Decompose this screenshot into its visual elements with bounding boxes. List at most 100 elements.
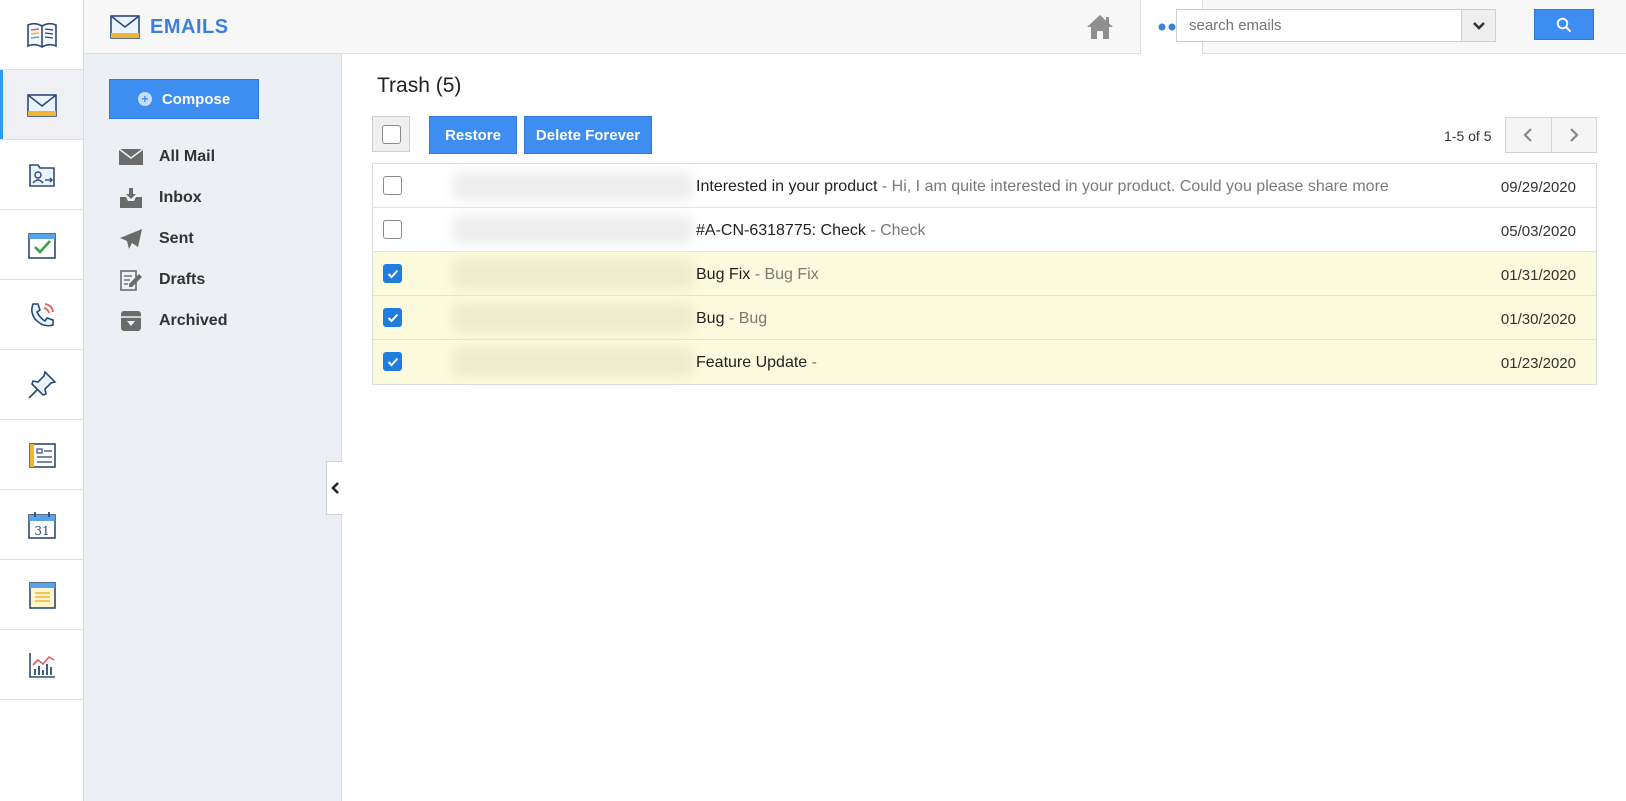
email-subject: #A-CN-6318775: Check - Check [696, 222, 925, 240]
row-checkbox[interactable] [383, 264, 402, 284]
checkbox [381, 124, 401, 144]
email-row[interactable]: Feature Update - 01/23/2020 [373, 340, 1596, 384]
sender-blurred [453, 172, 693, 200]
email-snippet: - [807, 354, 817, 371]
tasks-icon [27, 232, 56, 259]
checkbox [383, 220, 402, 239]
email-date: 05/03/2020 [1500, 223, 1576, 240]
row-checkbox[interactable] [383, 176, 402, 200]
rail-item-pins[interactable] [0, 350, 83, 420]
drafts-icon [118, 268, 144, 292]
envelope-logo-icon [110, 15, 140, 39]
calendar-icon: 31 [27, 511, 56, 539]
search-dropdown-button[interactable] [1461, 10, 1495, 41]
app-rail: 31 [0, 0, 84, 801]
folder-sent[interactable]: Sent [118, 218, 227, 259]
email-subject: Bug - Bug [696, 310, 767, 328]
search-icon [1556, 17, 1572, 32]
restore-button[interactable]: Restore [429, 116, 517, 154]
reports-icon [28, 652, 55, 678]
folder-all-mail[interactable]: All Mail [118, 136, 227, 177]
email-date: 01/23/2020 [1500, 355, 1576, 372]
email-list: Interested in your product - Hi, I am qu… [372, 163, 1597, 385]
email-snippet: - Bug Fix [750, 266, 819, 283]
documents-icon [28, 442, 56, 468]
checkbox [383, 264, 402, 283]
home-icon [1086, 15, 1113, 39]
plus-circle-icon: + [137, 92, 152, 106]
folder-label: Inbox [159, 188, 202, 206]
chevron-left-icon [1523, 128, 1533, 142]
calls-icon [30, 302, 54, 327]
checkbox [383, 352, 402, 371]
sender-blurred [453, 304, 693, 332]
pagination [1505, 117, 1597, 153]
next-page-button[interactable] [1550, 118, 1597, 152]
subject-text: Feature Update [696, 354, 808, 371]
paper-plane-icon [118, 227, 144, 251]
pagination-text: 1-5 of 5 [1444, 128, 1492, 144]
collapse-sidebar-button[interactable] [326, 461, 342, 515]
subject-text: Bug Fix [696, 266, 751, 283]
email-row[interactable]: #A-CN-6318775: Check - Check 05/03/2020 [373, 208, 1596, 252]
previous-page-button[interactable] [1506, 118, 1551, 152]
mail-sidebar: + Compose All Mail Inbox Sent Drafts Arc… [84, 54, 342, 801]
email-subject: Feature Update - [696, 354, 817, 372]
archive-icon [118, 309, 144, 333]
checkmark-icon [387, 313, 398, 322]
checkmark-icon [387, 269, 398, 278]
folder-label: Sent [159, 229, 194, 247]
calendar-day: 31 [34, 524, 49, 538]
search-input[interactable] [1177, 10, 1461, 41]
row-checkbox[interactable] [383, 220, 402, 244]
checkmark-icon [387, 357, 398, 366]
folder-list: All Mail Inbox Sent Drafts Archived [118, 136, 227, 341]
rail-item-reports[interactable] [0, 630, 83, 700]
app-title-text: EMAILS [150, 15, 229, 38]
rail-item-calendar[interactable]: 31 [0, 490, 83, 560]
folder-label: Archived [159, 311, 228, 329]
delete-forever-button[interactable]: Delete Forever [524, 116, 652, 154]
checkbox [383, 176, 402, 195]
email-row[interactable]: Interested in your product - Hi, I am qu… [373, 164, 1596, 208]
rail-item-contacts[interactable] [0, 140, 83, 210]
pin-icon [27, 369, 57, 399]
page-title: Trash (5) [377, 74, 462, 97]
main-content: Trash (5) Restore Delete Forever 1-5 of … [342, 54, 1626, 801]
email-snippet: - Hi, I am quite interested in your prod… [877, 178, 1389, 195]
folder-archived[interactable]: Archived [118, 300, 227, 341]
book-icon [26, 22, 57, 48]
search-box [1176, 9, 1496, 42]
compose-button[interactable]: + Compose [109, 79, 259, 119]
sender-blurred [453, 348, 693, 376]
notes-icon [28, 581, 56, 609]
email-row[interactable]: Bug - Bug 01/30/2020 [373, 296, 1596, 340]
rail-item-knowledge[interactable] [0, 0, 83, 70]
folder-inbox[interactable]: Inbox [118, 177, 227, 218]
rail-item-emails[interactable] [0, 70, 83, 140]
row-checkbox[interactable] [383, 352, 402, 372]
rail-item-documents[interactable] [0, 420, 83, 490]
row-checkbox[interactable] [383, 308, 402, 328]
rail-item-calls[interactable] [0, 280, 83, 350]
email-row[interactable]: Bug Fix - Bug Fix 01/31/2020 [373, 252, 1596, 296]
email-date: 01/31/2020 [1500, 267, 1576, 284]
mail-icon [26, 93, 57, 117]
rail-item-tasks[interactable] [0, 210, 83, 280]
checkbox [383, 308, 402, 327]
rail-item-notes[interactable] [0, 560, 83, 630]
email-subject: Bug Fix - Bug Fix [696, 266, 819, 284]
subject-text: #A-CN-6318775: Check [696, 222, 866, 239]
folder-label: Drafts [159, 270, 206, 288]
email-date: 09/29/2020 [1500, 179, 1576, 196]
chevron-down-icon [1472, 21, 1485, 30]
app-title: EMAILS [110, 14, 229, 40]
sender-blurred [453, 216, 693, 244]
search-button[interactable] [1534, 9, 1594, 40]
select-all-checkbox[interactable] [372, 116, 410, 152]
email-date: 01/30/2020 [1500, 311, 1576, 328]
folder-drafts[interactable]: Drafts [118, 259, 227, 300]
subject-text: Interested in your product [696, 178, 878, 195]
contacts-icon [28, 163, 55, 187]
home-button[interactable] [1059, 0, 1141, 54]
